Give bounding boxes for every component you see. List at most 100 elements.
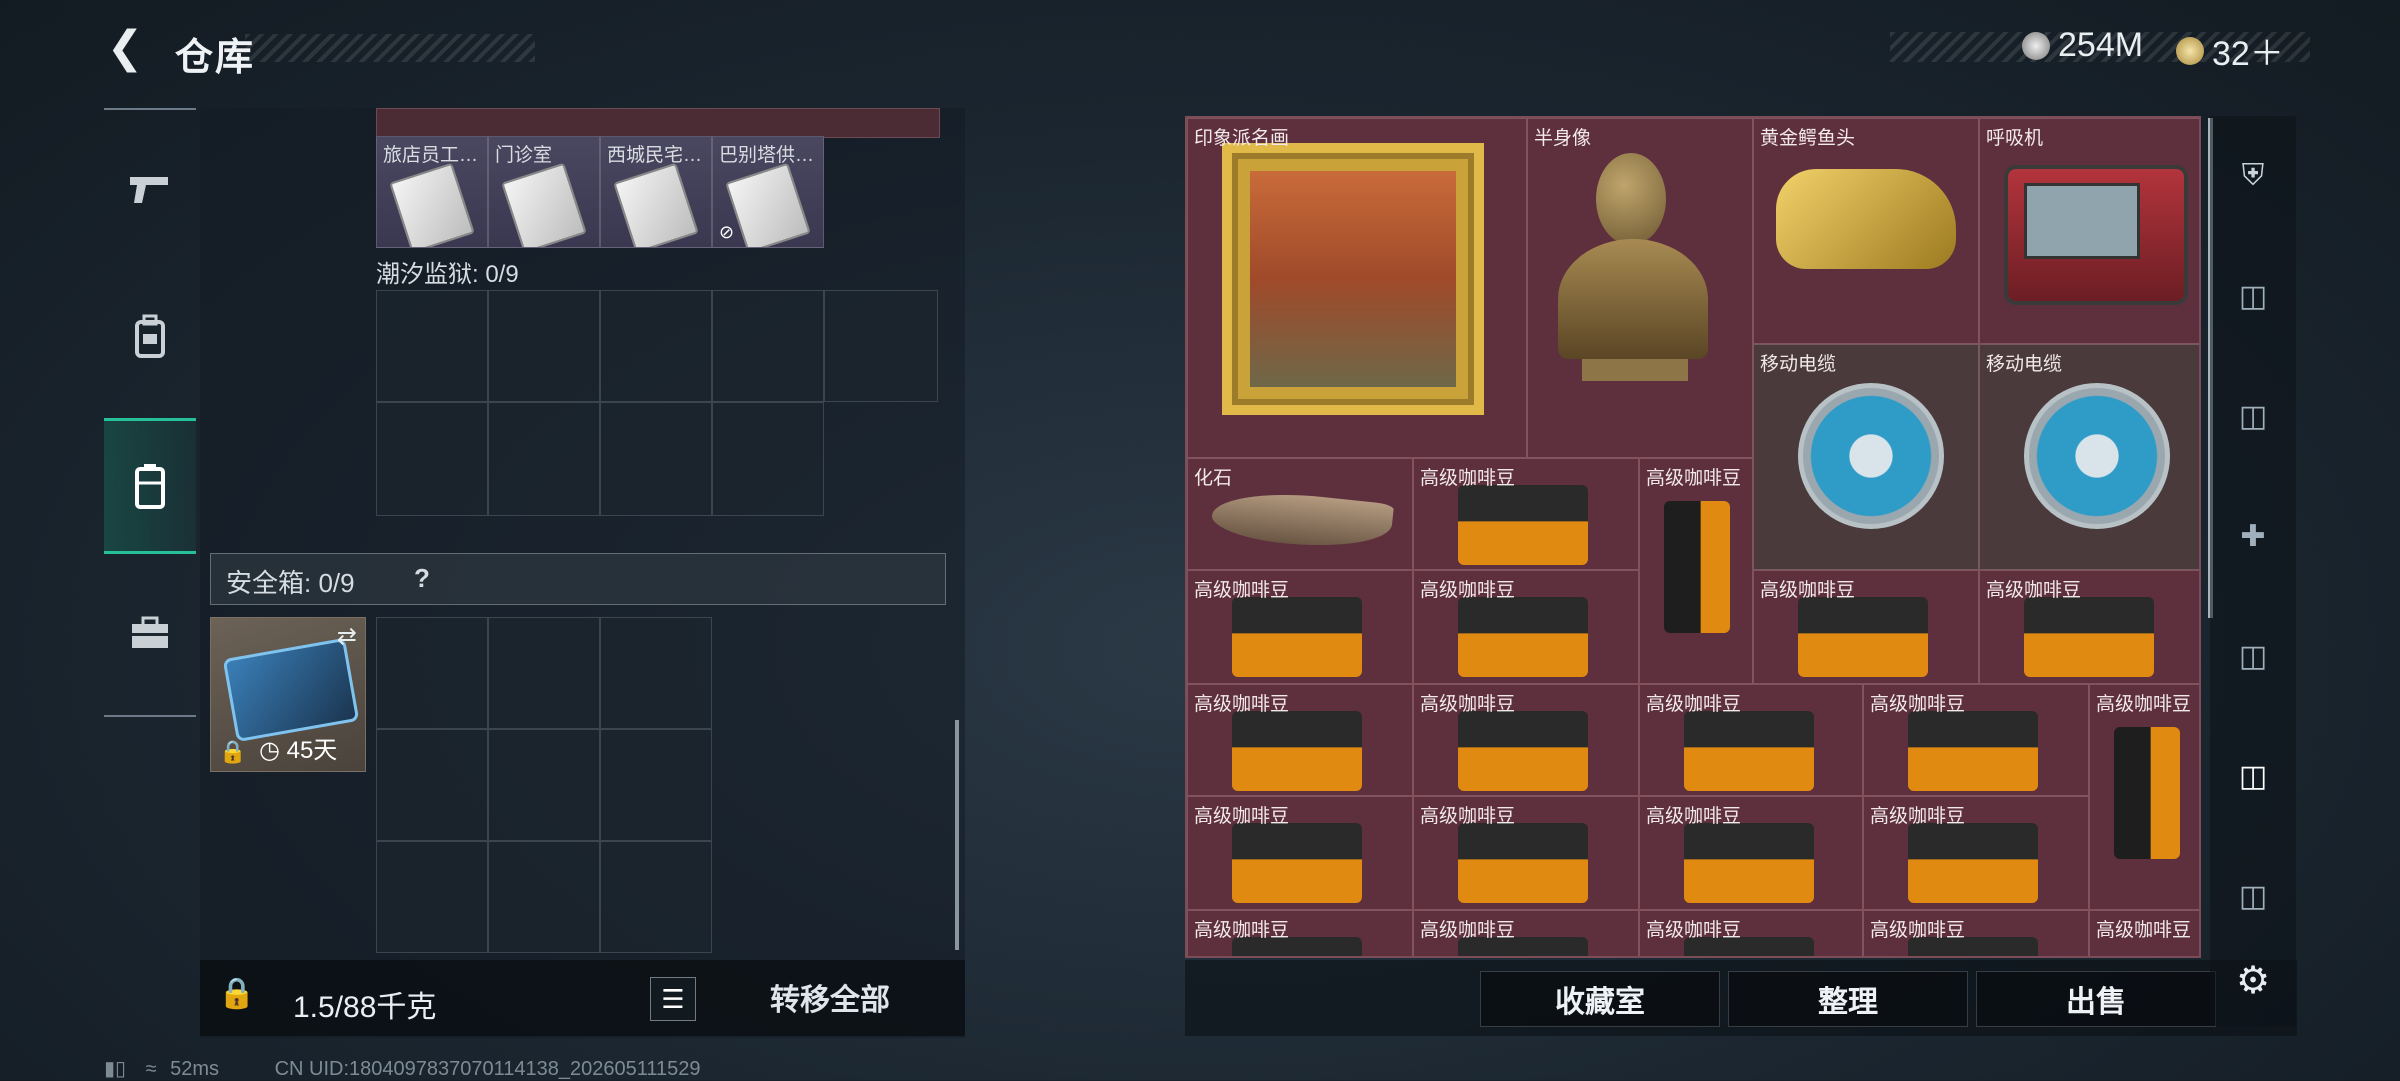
- coffee-bag-icon: [1684, 823, 1814, 903]
- empty-slot[interactable]: [600, 729, 712, 841]
- stash-item-coffee-beans[interactable]: 高级咖啡豆: [1187, 570, 1413, 684]
- stash-item-bust[interactable]: 半身像: [1527, 118, 1753, 458]
- item-label: 高级咖啡豆: [1194, 694, 1290, 715]
- sidebar-item-briefcase[interactable]: [104, 585, 196, 681]
- timer: ◷ 45天: [259, 737, 338, 764]
- stash-item-ventilator[interactable]: 呼吸机: [1979, 118, 2199, 344]
- item-label: 高级咖啡豆: [1420, 694, 1516, 715]
- organize-button[interactable]: 整理: [1728, 971, 1968, 1027]
- empty-slot[interactable]: [488, 290, 600, 402]
- stash-item-coffee-beans[interactable]: 高级咖啡豆: [1413, 684, 1639, 796]
- silver-value: 254M: [2058, 26, 2144, 64]
- back-button[interactable]: ❮: [100, 22, 150, 72]
- collection-room-button[interactable]: 收藏室: [1480, 971, 1720, 1027]
- stash-tab-4c[interactable]: ✚: [2210, 496, 2296, 576]
- item-label: 高级咖啡豆: [1760, 580, 1856, 601]
- empty-slot[interactable]: [488, 841, 600, 953]
- back-arrow-icon: ❮: [106, 22, 144, 72]
- empty-slot[interactable]: [488, 729, 600, 841]
- sell-button[interactable]: 出售: [1976, 971, 2216, 1027]
- empty-slot[interactable]: [488, 617, 600, 729]
- stash-item-coffee-beans[interactable]: 高级咖啡豆: [1863, 910, 2089, 956]
- coffee-bag-icon: [1798, 597, 1928, 677]
- empty-slot[interactable]: [376, 290, 488, 402]
- stash-tab-4d[interactable]: ◫: [2210, 616, 2296, 696]
- empty-slot[interactable]: [600, 402, 712, 516]
- stash-item-painting[interactable]: 印象派名画: [1187, 118, 1527, 458]
- doc-item[interactable]: 西城民宅…: [600, 136, 712, 248]
- cable-reel-icon: [1798, 383, 1944, 529]
- sidebar-item-backpack[interactable]: [104, 288, 196, 384]
- stash-tab-5b[interactable]: ◫: [2210, 856, 2296, 936]
- stash-tab-overview[interactable]: ⛨: [2210, 136, 2296, 216]
- empty-slot[interactable]: [712, 290, 824, 402]
- stash-grid-panel: 印象派名画 半身像 黄金鳄鱼头 呼吸机 移动电缆 移动电缆 化石 高级咖啡豆 高…: [1185, 116, 2201, 958]
- empty-slot[interactable]: [376, 617, 488, 729]
- item-label: 高级咖啡豆: [1870, 920, 1966, 941]
- stash-item-coffee-beans[interactable]: 高级咖啡豆: [1413, 570, 1639, 684]
- sidebar-item-weapons[interactable]: [104, 142, 196, 238]
- stash-tab-4b[interactable]: ◫: [2210, 376, 2296, 456]
- stash-tab-4[interactable]: ◫: [2210, 256, 2296, 336]
- empty-slot[interactable]: [376, 402, 488, 516]
- stash-item-cable-reel[interactable]: 移动电缆: [1753, 344, 1979, 570]
- stash-item-coffee-beans[interactable]: 高级咖啡豆: [2089, 910, 2199, 956]
- stash-item-coffee-beans[interactable]: 高级咖啡豆: [1639, 458, 1753, 684]
- sidebar-item-container[interactable]: [104, 418, 196, 554]
- empty-slot[interactable]: [376, 729, 488, 841]
- stash-item-coffee-beans[interactable]: 高级咖啡豆: [1187, 684, 1413, 796]
- stash-item-fossil[interactable]: 化石: [1187, 458, 1413, 570]
- empty-slot[interactable]: [600, 841, 712, 953]
- stash-item-coffee-beans[interactable]: 高级咖啡豆: [1413, 458, 1639, 570]
- silver-coin-icon: [2022, 31, 2050, 60]
- empty-slot[interactable]: [376, 841, 488, 953]
- stash-item-coffee-beans[interactable]: 高级咖啡豆: [1413, 796, 1639, 910]
- croc-head-icon: [1776, 169, 1956, 269]
- stash-item-coffee-beans[interactable]: 高级咖啡豆: [1979, 570, 2199, 684]
- gold-value: 32＋: [2212, 35, 2284, 73]
- stash-item-coffee-beans[interactable]: 高级咖啡豆: [1639, 684, 1863, 796]
- stash-item-coffee-beans[interactable]: 高级咖啡豆: [2089, 684, 2199, 910]
- settings-button[interactable]: ⚙: [2210, 940, 2296, 1020]
- stash-item-coffee-beans[interactable]: 高级咖啡豆: [1187, 796, 1413, 910]
- empty-slot[interactable]: [824, 290, 938, 402]
- doc-item[interactable]: 门诊室: [488, 136, 600, 248]
- empty-slot[interactable]: [712, 402, 824, 516]
- item-label: 呼吸机: [1986, 128, 2044, 149]
- stash-item-cable-reel[interactable]: 移动电缆: [1979, 344, 2199, 570]
- no-transfer-icon: ⊘: [719, 222, 735, 242]
- stash-tab-5-active[interactable]: ◫: [2210, 736, 2296, 816]
- stash-item-coffee-beans[interactable]: 高级咖啡豆: [1639, 910, 1863, 956]
- empty-slot[interactable]: [488, 402, 600, 516]
- gold-currency[interactable]: 32＋: [2176, 26, 2284, 75]
- transfer-all-button[interactable]: 转移全部: [710, 966, 950, 1028]
- briefcase-icon: [132, 616, 168, 648]
- stash-item-golden-croc-head[interactable]: 黄金鳄鱼头: [1753, 118, 1979, 344]
- empty-slot[interactable]: [600, 290, 712, 402]
- item-label: 高级咖啡豆: [1420, 920, 1516, 941]
- stash-item-coffee-beans[interactable]: 高级咖啡豆: [1187, 910, 1413, 956]
- stash-item-coffee-beans[interactable]: 高级咖啡豆: [1863, 684, 2089, 796]
- item-label: 高级咖啡豆: [1194, 580, 1290, 601]
- stash-page-icon: ◫: [2238, 279, 2268, 313]
- partial-item-row: [376, 108, 940, 138]
- safe-box-help-button[interactable]: ?: [414, 563, 430, 594]
- coffee-bag-icon: [1458, 823, 1588, 903]
- doc-item[interactable]: 旅店员工…: [376, 136, 488, 248]
- empty-slot[interactable]: [600, 617, 712, 729]
- bust-icon: [1596, 153, 1666, 245]
- item-label: 印象派名画: [1194, 128, 1290, 149]
- stash-item-coffee-beans[interactable]: 高级咖啡豆: [1863, 796, 2089, 910]
- safe-case-item[interactable]: ⇄ 🔒 ◷ 45天: [210, 617, 366, 772]
- item-label: 高级咖啡豆: [2096, 694, 2192, 715]
- pistol-icon: [130, 177, 168, 203]
- doc-item-label: 门诊室: [495, 145, 553, 166]
- stash-item-coffee-beans[interactable]: 高级咖啡豆: [1639, 796, 1863, 910]
- stash-item-coffee-beans[interactable]: 高级咖啡豆: [1753, 570, 1979, 684]
- list-view-button[interactable]: ☰: [650, 977, 696, 1021]
- safe-box-label: 安全箱: 0/9: [226, 568, 355, 598]
- left-scrollbar[interactable]: [955, 720, 959, 950]
- swap-icon[interactable]: ⇄: [337, 622, 357, 651]
- doc-item[interactable]: 巴别塔供… ⊘: [712, 136, 824, 248]
- stash-item-coffee-beans[interactable]: 高级咖啡豆: [1413, 910, 1639, 956]
